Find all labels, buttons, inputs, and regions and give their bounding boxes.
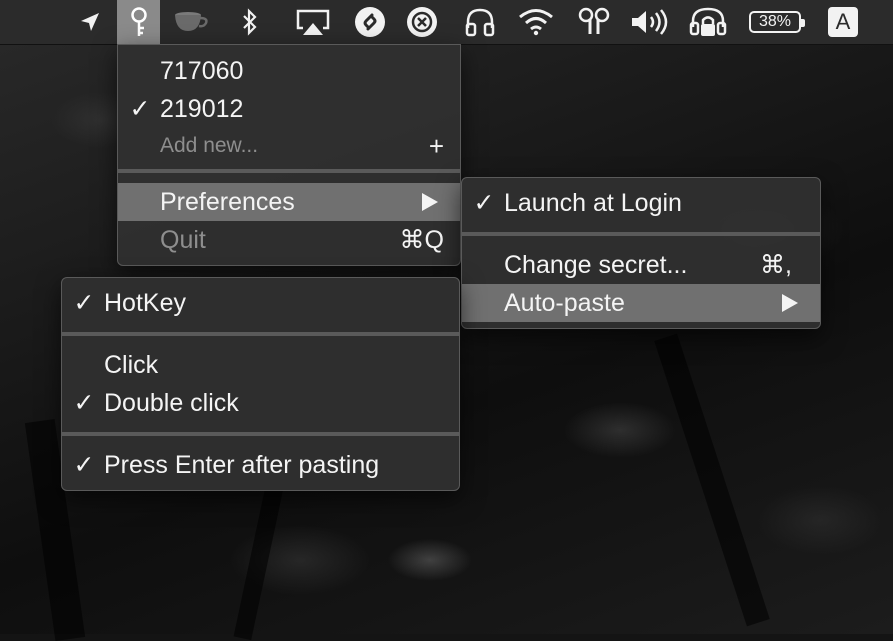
volume-icon[interactable] [628, 0, 674, 44]
checkmark-icon: ✓ [73, 289, 95, 317]
checkmark-icon: ✓ [129, 95, 151, 123]
launch-at-login-label: Launch at Login [504, 188, 682, 217]
quit-label: Quit [160, 225, 206, 254]
quit-shortcut: ⌘Q [399, 226, 444, 254]
code-item-219012[interactable]: ✓ 219012 [118, 90, 460, 128]
change-secret-item[interactable]: Change secret... ⌘, [462, 246, 820, 284]
click-label: Click [104, 350, 159, 379]
menu-separator [62, 332, 459, 336]
double-click-item[interactable]: ✓ Double click [62, 384, 459, 422]
code-label: 219012 [160, 94, 244, 123]
click-item[interactable]: Click [62, 346, 459, 384]
menu-separator [118, 169, 460, 173]
code-item-717060[interactable]: 717060 [118, 52, 460, 90]
menu-separator [462, 232, 820, 236]
auto-paste-item[interactable]: Auto-paste [462, 284, 820, 322]
menu-bar: 38% A [0, 0, 893, 45]
submenu-arrow-icon [782, 294, 798, 312]
hotkey-item[interactable]: ✓ HotKey [62, 284, 459, 322]
add-new-label: Add new... [160, 134, 259, 157]
auto-paste-submenu: ✓ HotKey Click ✓ Double click ✓ Press En… [61, 277, 460, 491]
authenticator-menu: 717060 ✓ 219012 Add new... + Preferences… [117, 44, 461, 266]
close-circle-icon[interactable] [404, 0, 440, 44]
input-source-letter: A [828, 7, 858, 37]
preferences-label: Preferences [160, 187, 295, 216]
checkmark-icon: ✓ [73, 451, 95, 479]
location-arrow-icon[interactable] [74, 0, 106, 44]
headphones-icon[interactable] [460, 0, 500, 44]
wifi-icon[interactable] [514, 0, 558, 44]
press-enter-label: Press Enter after pasting [104, 450, 380, 479]
preferences-submenu: ✓ Launch at Login Change secret... ⌘, Au… [461, 177, 821, 329]
preferences-item[interactable]: Preferences [118, 183, 460, 221]
menu-separator [62, 432, 459, 436]
auto-paste-label: Auto-paste [504, 288, 625, 317]
checkmark-icon: ✓ [473, 189, 495, 217]
input-source-icon[interactable]: A [826, 0, 860, 44]
shazam-icon[interactable] [352, 0, 388, 44]
airpods-icon[interactable] [574, 0, 614, 44]
quit-item[interactable]: Quit ⌘Q [118, 221, 460, 259]
add-new-item[interactable]: Add new... + [118, 127, 460, 165]
launch-at-login-item[interactable]: ✓ Launch at Login [462, 184, 820, 222]
airplay-icon[interactable] [292, 0, 334, 44]
key-icon[interactable] [117, 0, 160, 44]
hotkey-label: HotKey [104, 288, 186, 317]
plus-icon: + [428, 130, 444, 161]
battery-percent: 38% [758, 13, 792, 30]
press-enter-item[interactable]: ✓ Press Enter after pasting [62, 446, 459, 484]
code-label: 717060 [160, 56, 244, 85]
double-click-label: Double click [104, 388, 239, 417]
battery-icon[interactable]: 38% [744, 0, 806, 44]
checkmark-icon: ✓ [73, 389, 95, 417]
submenu-arrow-icon [422, 193, 438, 211]
bluetooth-icon[interactable] [234, 0, 266, 44]
change-secret-shortcut: ⌘, [760, 251, 792, 279]
change-secret-label: Change secret... [504, 250, 688, 279]
lock-headphones-icon[interactable] [686, 0, 730, 44]
coffee-cup-icon[interactable] [170, 0, 212, 44]
